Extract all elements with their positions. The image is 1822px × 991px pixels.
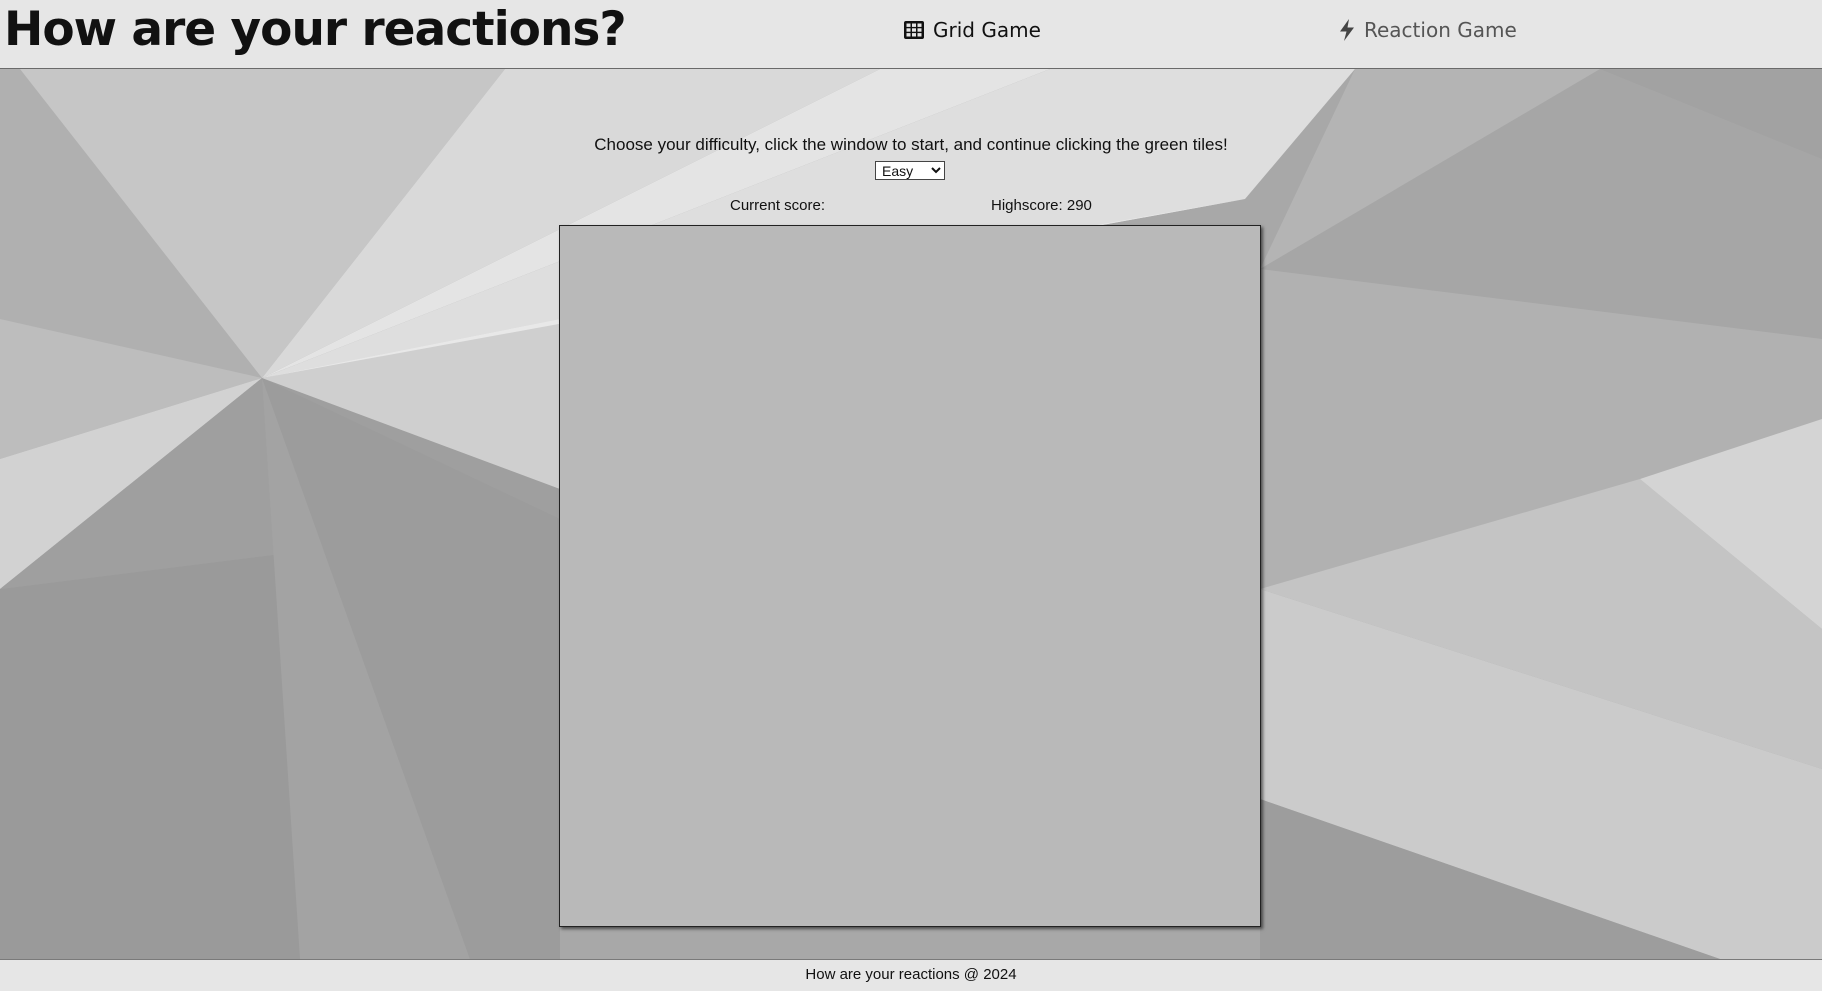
nav-grid-game[interactable]: Grid Game <box>903 17 1041 43</box>
instructions-text: Choose your difficulty, click the window… <box>594 135 1228 154</box>
highscore-label: Highscore: 290 <box>991 197 1092 214</box>
site-header: How are your reactions? Grid Game Reacti… <box>0 0 1822 69</box>
nav-reaction-game[interactable]: Reaction Game <box>1338 17 1517 43</box>
current-score-label: Current score: <box>730 197 826 214</box>
nav-reaction-game-label: Reaction Game <box>1364 18 1517 42</box>
site-title: How are your reactions? <box>4 2 627 57</box>
game-area: Choose your difficulty, click the window… <box>0 69 1822 959</box>
site-footer: How are your reactions @ 2024 <box>0 959 1822 991</box>
grid-icon <box>903 20 925 40</box>
difficulty-select[interactable]: Easy <box>875 161 945 180</box>
nav-grid-game-label: Grid Game <box>933 18 1041 42</box>
game-board[interactable] <box>559 225 1261 927</box>
lightning-icon <box>1338 18 1356 42</box>
footer-text: How are your reactions @ 2024 <box>805 966 1017 983</box>
